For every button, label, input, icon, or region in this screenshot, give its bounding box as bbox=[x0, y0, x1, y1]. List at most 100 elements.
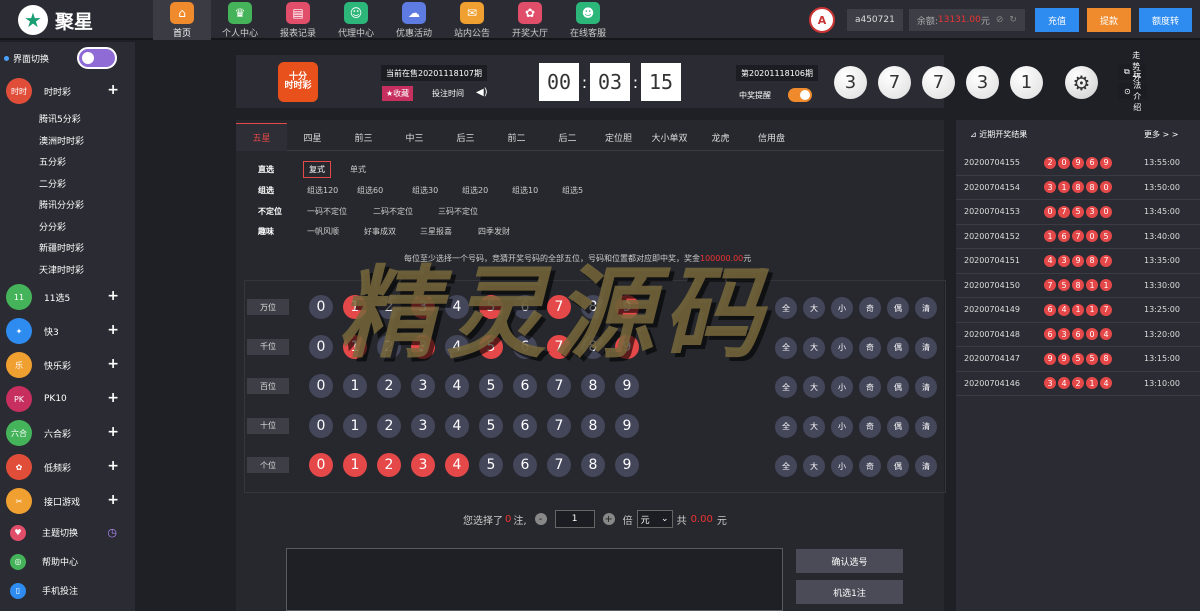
tab-10[interactable]: 信用盘 bbox=[746, 123, 797, 151]
digit-ball[interactable]: 1 bbox=[343, 453, 367, 477]
quick-select-button[interactable]: 清 bbox=[915, 297, 937, 319]
play-option[interactable]: 二码不定位 bbox=[373, 206, 413, 217]
digit-ball[interactable]: 5 bbox=[479, 295, 503, 319]
sidebar-subitem-0[interactable]: 腾讯5分彩 bbox=[0, 108, 135, 130]
top-button-0[interactable]: 充值 bbox=[1034, 8, 1079, 32]
digit-ball[interactable]: 2 bbox=[377, 334, 401, 359]
plus-icon[interactable]: + bbox=[107, 424, 119, 440]
digit-ball[interactable]: 4 bbox=[445, 453, 469, 477]
digit-ball[interactable]: 0 bbox=[309, 413, 333, 438]
digit-ball[interactable]: 3 bbox=[411, 413, 435, 438]
digit-ball[interactable]: 6 bbox=[513, 453, 537, 477]
digit-ball[interactable]: 8 bbox=[581, 374, 605, 398]
top-button-2[interactable]: 额度转 bbox=[1138, 8, 1192, 32]
digit-ball[interactable]: 8 bbox=[581, 295, 605, 319]
quick-select-button[interactable]: 偶 bbox=[887, 376, 909, 398]
sidebar-category-4[interactable]: PK PK10 + bbox=[0, 382, 135, 416]
sidebar-category-5[interactable]: 六合 六合彩 + bbox=[0, 416, 135, 450]
tab-4[interactable]: 后三 bbox=[440, 123, 491, 151]
digit-ball[interactable]: 1 bbox=[343, 334, 367, 359]
quick-select-button[interactable]: 全 bbox=[775, 455, 797, 477]
sidebar-bottom-1[interactable]: ◎ 帮助中心 bbox=[0, 547, 135, 576]
plus-icon[interactable]: + bbox=[107, 458, 119, 474]
selection-textarea[interactable] bbox=[286, 548, 783, 611]
quick-select-button[interactable]: 奇 bbox=[859, 297, 881, 319]
tab-6[interactable]: 后二 bbox=[542, 123, 593, 151]
sidebar-category-0[interactable]: 时时 时时彩 + bbox=[0, 74, 135, 108]
digit-ball[interactable]: 2 bbox=[377, 413, 401, 438]
play-option[interactable]: 组选60 bbox=[357, 185, 383, 196]
quick-select-button[interactable]: 清 bbox=[915, 415, 937, 438]
digit-ball[interactable]: 3 bbox=[411, 334, 435, 359]
digit-ball[interactable]: 2 bbox=[377, 374, 401, 398]
digit-ball[interactable]: 5 bbox=[479, 413, 503, 438]
digit-ball[interactable]: 3 bbox=[411, 295, 435, 319]
play-option[interactable]: 好事成双 bbox=[364, 226, 396, 237]
digit-ball[interactable]: 7 bbox=[547, 295, 571, 319]
sidebar-subitem-1[interactable]: 澳洲时时彩 bbox=[0, 130, 135, 152]
digit-ball[interactable]: 2 bbox=[377, 453, 401, 477]
quick-select-button[interactable]: 小 bbox=[831, 455, 853, 477]
digit-ball[interactable]: 4 bbox=[445, 334, 469, 359]
plus-button[interactable]: + bbox=[602, 513, 615, 525]
quick-select-button[interactable]: 奇 bbox=[859, 415, 881, 438]
digit-ball[interactable]: 9 bbox=[615, 295, 639, 319]
digit-ball[interactable]: 7 bbox=[547, 334, 571, 359]
quick-select-button[interactable]: 奇 bbox=[859, 376, 881, 398]
play-option[interactable]: 组选5 bbox=[562, 185, 583, 196]
howto-link[interactable]: ⊙ 玩法介绍 bbox=[1118, 70, 1148, 112]
multiple-input[interactable]: 1 bbox=[554, 510, 595, 528]
digit-ball[interactable]: 3 bbox=[411, 374, 435, 398]
digit-ball[interactable]: 5 bbox=[479, 334, 503, 359]
play-option[interactable]: 一码不定位 bbox=[307, 206, 347, 217]
digit-ball[interactable]: 9 bbox=[615, 453, 639, 477]
plus-icon[interactable]: + bbox=[107, 492, 119, 508]
plus-icon[interactable]: + bbox=[107, 356, 119, 372]
play-option[interactable]: 复式 bbox=[303, 160, 331, 178]
sidebar-subitem-7[interactable]: 天津时时彩 bbox=[0, 259, 135, 281]
speaker-icon[interactable]: ◀) bbox=[476, 87, 488, 98]
digit-ball[interactable]: 1 bbox=[343, 374, 367, 398]
digit-ball[interactable]: 7 bbox=[547, 374, 571, 398]
quick-select-button[interactable]: 偶 bbox=[887, 336, 909, 359]
tab-2[interactable]: 前三 bbox=[338, 123, 389, 151]
more-link[interactable]: 更多 > > bbox=[1144, 129, 1179, 140]
digit-ball[interactable]: 0 bbox=[309, 295, 333, 319]
random-pick-button[interactable]: 机选1注 bbox=[796, 580, 903, 604]
quick-select-button[interactable]: 清 bbox=[915, 376, 937, 398]
digit-ball[interactable]: 0 bbox=[309, 453, 333, 477]
sidebar-category-2[interactable]: ✦ 快3 + bbox=[0, 314, 135, 348]
digit-ball[interactable]: 9 bbox=[615, 334, 639, 359]
digit-ball[interactable]: 6 bbox=[513, 334, 537, 359]
digit-ball[interactable]: 2 bbox=[377, 295, 401, 319]
play-option[interactable]: 组选10 bbox=[512, 185, 538, 196]
digit-ball[interactable]: 7 bbox=[547, 413, 571, 438]
refresh-icon[interactable]: ↻ bbox=[1009, 15, 1017, 25]
digit-ball[interactable]: 0 bbox=[309, 334, 333, 359]
sidebar-category-1[interactable]: 11 11选5 + bbox=[0, 280, 135, 314]
quick-select-button[interactable]: 奇 bbox=[859, 336, 881, 359]
tab-0[interactable]: 五星 bbox=[236, 123, 287, 151]
play-option[interactable]: 三星报喜 bbox=[420, 226, 452, 237]
digit-ball[interactable]: 3 bbox=[411, 453, 435, 477]
trend-analysis-link[interactable]: ⧉ 走势分析 bbox=[1118, 51, 1147, 93]
nav-item-7[interactable]: ☻ 在线客服 bbox=[559, 0, 617, 40]
quick-select-button[interactable]: 小 bbox=[831, 297, 853, 319]
digit-ball[interactable]: 8 bbox=[581, 413, 605, 438]
plus-icon[interactable]: + bbox=[107, 288, 119, 304]
digit-ball[interactable]: 1 bbox=[343, 413, 367, 438]
quick-select-button[interactable]: 奇 bbox=[859, 455, 881, 477]
digit-ball[interactable]: 4 bbox=[445, 374, 469, 398]
digit-ball[interactable]: 8 bbox=[581, 453, 605, 477]
quick-select-button[interactable]: 偶 bbox=[887, 455, 909, 477]
sidebar-category-3[interactable]: 乐 快乐彩 + bbox=[0, 348, 135, 382]
tab-5[interactable]: 前二 bbox=[491, 123, 542, 151]
nav-item-3[interactable]: ☺ 代理中心 bbox=[327, 0, 385, 40]
nav-item-1[interactable]: ♛ 个人中心 bbox=[211, 0, 269, 40]
play-option[interactable]: 三码不定位 bbox=[438, 206, 478, 217]
digit-ball[interactable]: 8 bbox=[581, 334, 605, 359]
quick-select-button[interactable]: 小 bbox=[831, 415, 853, 438]
eye-hide-icon[interactable]: ⊘ bbox=[996, 15, 1004, 25]
plus-icon[interactable]: + bbox=[107, 322, 119, 338]
tab-9[interactable]: 龙虎 bbox=[695, 123, 746, 151]
